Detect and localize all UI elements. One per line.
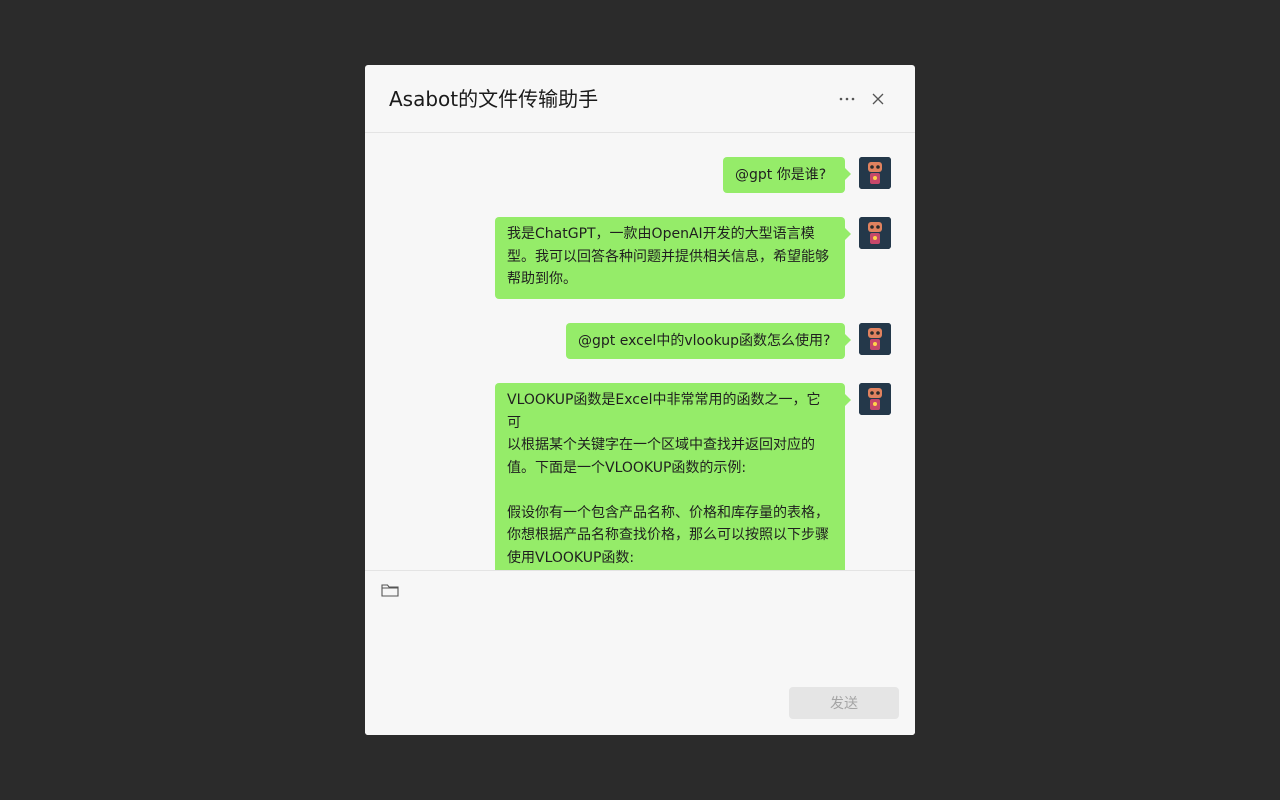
message-bubble[interactable]: VLOOKUP函数是Excel中非常常用的函数之一，它可 以根据某个关键字在一个…: [495, 383, 851, 570]
dialog-header: Asabot的文件传输助手: [365, 65, 915, 133]
composer: 发送: [365, 570, 915, 735]
robot-avatar-icon: [859, 157, 891, 189]
message-bubble[interactable]: 我是ChatGPT，一款由OpenAI开发的大型语言模 型。我可以回答各种问题并…: [495, 217, 851, 299]
message-input[interactable]: [381, 611, 903, 685]
send-file-button[interactable]: [379, 579, 401, 601]
robot-avatar-icon: [859, 323, 891, 355]
close-icon: [872, 93, 884, 105]
message-bubble[interactable]: @gpt excel中的vlookup函数怎么使用?: [566, 323, 851, 359]
message-list[interactable]: @gpt 你是谁? 我是ChatGPT，一款由OpenAI开发的大型语言模 型。…: [365, 133, 915, 570]
robot-avatar-icon: [859, 217, 891, 249]
message-bubble[interactable]: @gpt 你是谁?: [723, 157, 851, 193]
chat-dialog: Asabot的文件传输助手 @gpt 你是谁? 我是ChatGPT，一款由Ope…: [365, 65, 915, 735]
close-button[interactable]: [866, 87, 890, 111]
avatar[interactable]: [859, 323, 891, 355]
avatar[interactable]: [859, 217, 891, 249]
more-options-button[interactable]: [835, 87, 859, 111]
avatar[interactable]: [859, 383, 891, 415]
folder-icon: [381, 584, 399, 597]
robot-avatar-icon: [859, 383, 891, 415]
avatar[interactable]: [859, 157, 891, 189]
chat-title: Asabot的文件传输助手: [389, 87, 599, 111]
more-horizontal-icon: [839, 97, 855, 101]
send-button[interactable]: 发送: [789, 687, 899, 719]
